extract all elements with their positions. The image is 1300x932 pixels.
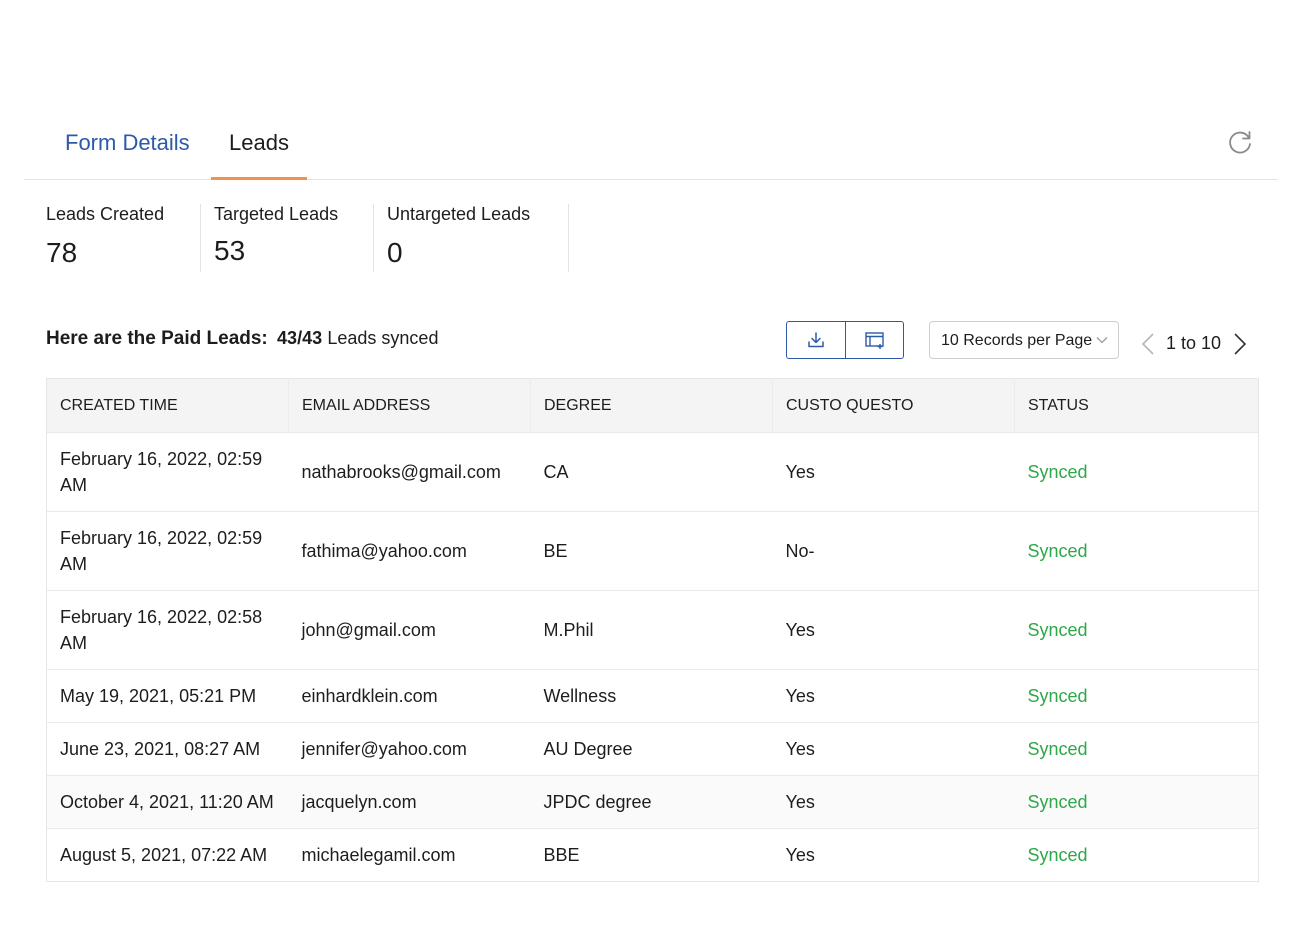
- email-cell: jennifer@yahoo.com: [288, 722, 531, 776]
- stat-divider: [200, 204, 201, 272]
- column-settings-icon: [864, 332, 884, 349]
- email-cell: jacquelyn.com: [288, 775, 531, 829]
- records-per-page-value: 10 Records per Page: [941, 332, 1093, 349]
- table-row[interactable]: February 16, 2022, 02:59 AM fathima@yaho…: [46, 511, 1259, 591]
- created-time-cell: February 16, 2022, 02:58 AM: [46, 590, 289, 670]
- status-cell: Synced: [1014, 722, 1259, 776]
- email-cell: michaelegamil.com: [288, 828, 531, 882]
- tab-leads[interactable]: Leads: [211, 130, 307, 180]
- created-time-cell: October 4, 2021, 11:20 AM: [46, 775, 289, 829]
- table-row[interactable]: February 16, 2022, 02:59 AM nathabrooks@…: [46, 432, 1259, 512]
- email-cell: fathima@yahoo.com: [288, 511, 531, 591]
- custom-question-cell: Yes: [772, 775, 1015, 829]
- degree-cell: BBE: [530, 828, 773, 882]
- refresh-icon[interactable]: [1226, 128, 1254, 156]
- table-row[interactable]: February 16, 2022, 02:58 AM john@gmail.c…: [46, 590, 1259, 670]
- column-header-email-address[interactable]: EMAIL ADDRESS: [288, 378, 531, 433]
- degree-cell: BE: [530, 511, 773, 591]
- custom-question-cell: Yes: [772, 722, 1015, 776]
- download-icon: [808, 332, 824, 348]
- stat-leads-created: Leads Created 78: [46, 204, 164, 272]
- stat-value: 53: [214, 235, 246, 266]
- stat-label: Leads Created: [46, 204, 165, 224]
- stat-divider: [373, 204, 374, 272]
- tab-bar: Form Details Leads: [24, 112, 1278, 180]
- degree-cell: JPDC degree: [530, 775, 773, 829]
- table-actions: [786, 321, 904, 359]
- email-cell: einhardklein.com: [288, 669, 531, 723]
- stat-value: 78: [46, 237, 78, 268]
- email-cell: john@gmail.com: [288, 590, 531, 670]
- stat-value: 0: [387, 237, 403, 268]
- created-time-cell: August 5, 2021, 07:22 AM: [46, 828, 289, 882]
- custom-question-cell: Yes: [772, 432, 1015, 512]
- status-cell: Synced: [1014, 828, 1259, 882]
- status-cell: Synced: [1014, 432, 1259, 512]
- download-button[interactable]: [787, 322, 845, 358]
- email-cell: nathabrooks@gmail.com: [288, 432, 531, 512]
- tab-form-details[interactable]: Form Details: [65, 130, 190, 180]
- table-row[interactable]: August 5, 2021, 07:22 AM michaelegamil.c…: [46, 828, 1259, 882]
- status-cell: Synced: [1014, 669, 1259, 723]
- custom-question-cell: No-: [772, 511, 1015, 591]
- stat-label: Targeted Leads: [214, 204, 339, 224]
- column-header-degree[interactable]: DEGREE: [530, 378, 773, 433]
- column-header-created-time[interactable]: CREATED TIME: [46, 378, 289, 433]
- table-row[interactable]: May 19, 2021, 05:21 PM einhardklein.com …: [46, 669, 1259, 723]
- table-row[interactable]: October 4, 2021, 11:20 AM jacquelyn.com …: [46, 775, 1259, 829]
- created-time-cell: June 23, 2021, 08:27 AM: [46, 722, 289, 776]
- table-row[interactable]: June 23, 2021, 08:27 AM jennifer@yahoo.c…: [46, 722, 1259, 776]
- stat-divider: [568, 204, 569, 272]
- chevron-left-icon[interactable]: [1140, 332, 1156, 356]
- created-time-cell: May 19, 2021, 05:21 PM: [46, 669, 289, 723]
- leads-table: CREATED TIME EMAIL ADDRESS DEGREE CUSTO …: [46, 378, 1259, 882]
- stat-label: Untargeted Leads: [387, 204, 531, 224]
- created-time-cell: February 16, 2022, 02:59 AM: [46, 511, 289, 591]
- degree-cell: Wellness: [530, 669, 773, 723]
- column-settings-button[interactable]: [845, 322, 903, 358]
- created-time-cell: February 16, 2022, 02:59 AM: [46, 432, 289, 512]
- summary-tail: Leads synced: [327, 328, 439, 348]
- records-per-page-select[interactable]: 10 Records per Page: [929, 321, 1119, 359]
- synced-count: 43/43: [277, 328, 323, 348]
- page-range: 1 to 10: [1166, 333, 1222, 353]
- degree-cell: AU Degree: [530, 722, 773, 776]
- custom-question-cell: Yes: [772, 828, 1015, 882]
- degree-cell: M.Phil: [530, 590, 773, 670]
- stat-untargeted-leads: Untargeted Leads 0: [387, 204, 530, 272]
- status-cell: Synced: [1014, 511, 1259, 591]
- paid-leads-summary: Here are the Paid Leads: 43/43 Leads syn…: [46, 328, 438, 350]
- degree-cell: CA: [530, 432, 773, 512]
- table-header-row: CREATED TIME EMAIL ADDRESS DEGREE CUSTO …: [46, 378, 1259, 433]
- custom-question-cell: Yes: [772, 669, 1015, 723]
- status-cell: Synced: [1014, 775, 1259, 829]
- column-header-status[interactable]: STATUS: [1014, 378, 1259, 433]
- custom-question-cell: Yes: [772, 590, 1015, 670]
- summary-heading: Here are the Paid Leads:: [46, 328, 268, 349]
- status-cell: Synced: [1014, 590, 1259, 670]
- chevron-down-icon: [1096, 337, 1108, 344]
- column-header-custom-question[interactable]: CUSTO QUESTO: [772, 378, 1015, 433]
- stat-targeted-leads: Targeted Leads 53: [214, 204, 338, 272]
- chevron-right-icon[interactable]: [1232, 332, 1248, 356]
